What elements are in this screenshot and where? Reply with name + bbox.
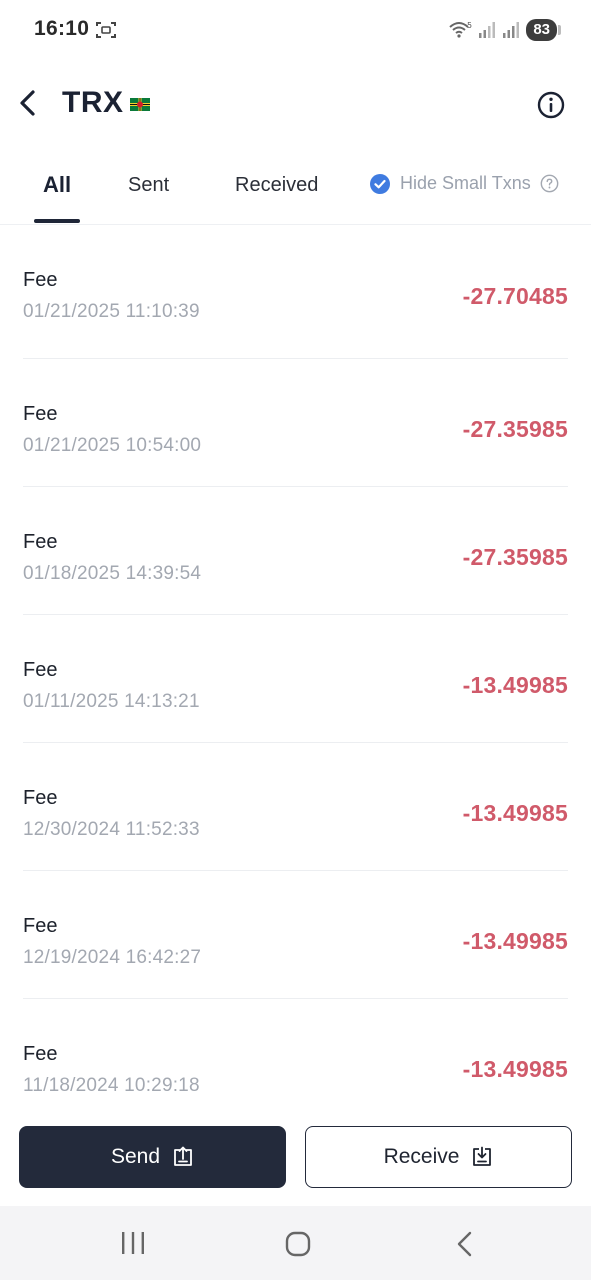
status-time: 16:10 — [34, 17, 90, 40]
home-icon[interactable] — [285, 1231, 311, 1257]
receive-icon — [473, 1146, 492, 1166]
transaction-amount: -27.35985 — [462, 544, 568, 570]
action-bar: Send Receive — [0, 1108, 591, 1206]
hide-small-txns-toggle[interactable]: Hide Small Txns — [370, 173, 559, 194]
receive-button[interactable]: Receive — [305, 1126, 572, 1188]
back-arrow-icon[interactable] — [14, 88, 40, 118]
system-nav-bar — [0, 1206, 591, 1280]
tab-sent[interactable]: Sent — [128, 174, 169, 197]
screenshot-icon — [96, 22, 116, 38]
signal-icon — [479, 22, 496, 38]
transaction-date: 11/18/2024 10:29:18 — [23, 1075, 200, 1096]
info-icon[interactable] — [537, 91, 565, 119]
tab-all[interactable]: All — [43, 172, 71, 198]
send-icon — [174, 1146, 192, 1166]
transaction-date: 01/21/2025 11:10:39 — [23, 301, 200, 322]
transaction-amount: -13.49985 — [462, 928, 568, 954]
transaction-row[interactable]: Fee 01/11/2025 14:13:21 -13.49985 — [23, 615, 568, 743]
transaction-row[interactable]: Fee 12/30/2024 11:52:33 -13.49985 — [23, 743, 568, 871]
transaction-date: 01/21/2025 10:54:00 — [23, 435, 202, 456]
send-button[interactable]: Send — [19, 1126, 286, 1188]
transaction-type: Fee — [23, 659, 58, 681]
wifi-icon: 5 — [449, 21, 472, 38]
send-button-label: Send — [110, 1145, 161, 1168]
transaction-amount: -13.49985 — [462, 672, 568, 698]
transaction-list: Fee 01/21/2025 11:10:39 -27.70485 Fee 01… — [0, 225, 591, 1127]
transaction-row[interactable]: Fee 01/21/2025 10:54:00 -27.35985 — [23, 359, 568, 487]
filter-tabs: All Sent Received Hide Small Txns — [0, 160, 591, 225]
transaction-amount: -27.70485 — [462, 283, 568, 309]
receive-button-label: Receive — [383, 1145, 460, 1168]
signal-icon-2 — [503, 22, 520, 38]
active-tab-indicator — [34, 219, 80, 223]
transaction-date: 12/30/2024 11:52:33 — [23, 819, 200, 840]
status-icons: 5 83 — [448, 18, 561, 42]
transaction-row[interactable]: Fee 01/21/2025 11:10:39 -27.70485 — [23, 225, 568, 359]
transaction-amount: -13.49985 — [462, 1056, 568, 1082]
transaction-type: Fee — [23, 531, 58, 553]
tab-received[interactable]: Received — [235, 174, 318, 197]
hide-small-txns-label: Hide Small Txns — [400, 173, 531, 193]
checkbox-checked-icon[interactable] — [370, 173, 390, 194]
wifi-band-label: 5 — [467, 21, 472, 30]
transaction-date: 12/19/2024 16:42:27 — [23, 947, 202, 968]
transaction-date: 01/18/2025 14:39:54 — [23, 563, 202, 584]
transaction-type: Fee — [23, 1043, 58, 1065]
nav-back-icon[interactable] — [454, 1230, 474, 1258]
header: TRX — [0, 70, 591, 140]
transaction-type: Fee — [23, 403, 58, 425]
battery-indicator: 83 — [526, 19, 561, 41]
page-title: TRX — [62, 86, 124, 119]
transaction-type: Fee — [23, 269, 58, 291]
flag-icon — [130, 98, 150, 111]
transaction-type: Fee — [23, 787, 58, 809]
transaction-date: 01/11/2025 14:13:21 — [23, 691, 200, 712]
transaction-row[interactable]: Fee 01/18/2025 14:39:54 -27.35985 — [23, 487, 568, 615]
transaction-amount: -13.49985 — [462, 800, 568, 826]
transaction-row[interactable]: Fee 12/19/2024 16:42:27 -13.49985 — [23, 871, 568, 999]
transaction-type: Fee — [23, 915, 58, 937]
recent-apps-icon[interactable] — [120, 1231, 146, 1255]
help-icon[interactable] — [540, 174, 559, 193]
status-bar: 16:10 5 83 — [0, 0, 591, 60]
transaction-amount: -27.35985 — [462, 416, 568, 442]
